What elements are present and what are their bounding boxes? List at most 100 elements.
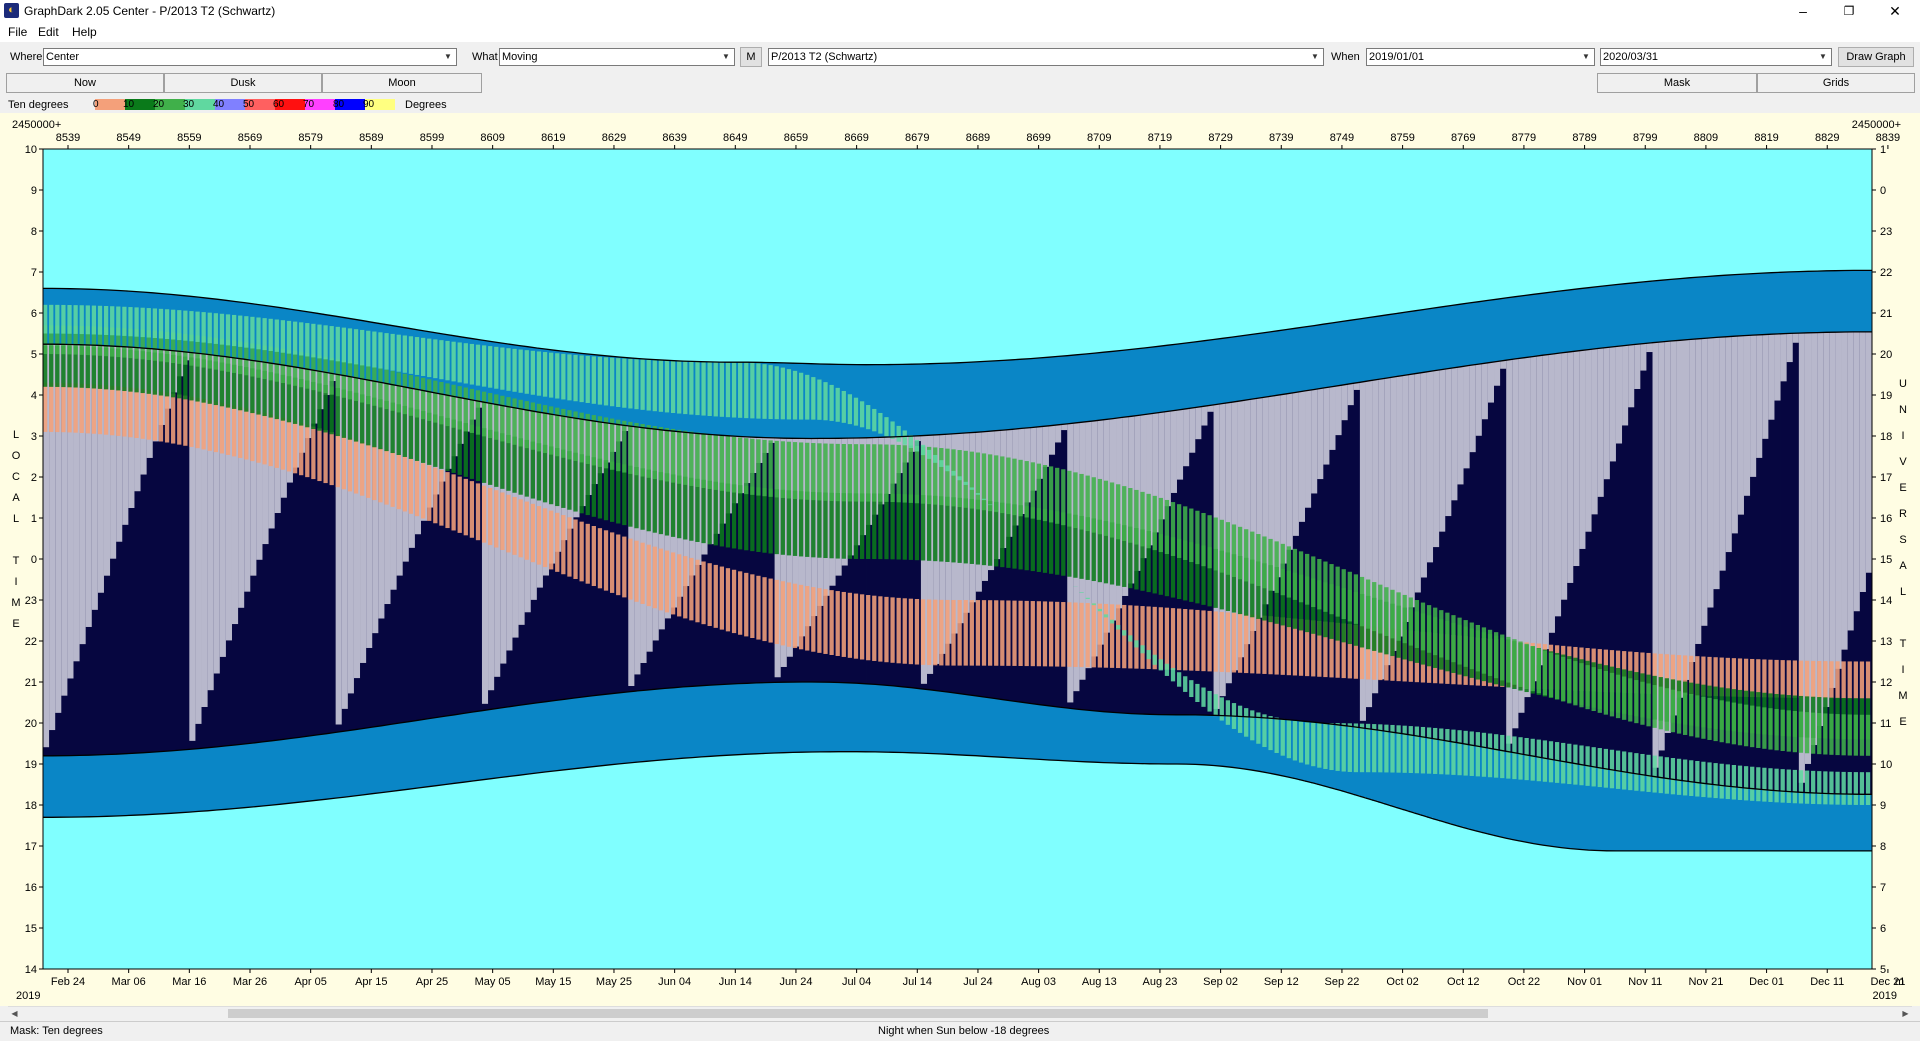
altitude-band (860, 493, 864, 559)
altitude-band (854, 398, 858, 426)
altitude-band (1299, 722, 1303, 763)
altitude-band (1842, 714, 1846, 755)
twilight-region (1183, 343, 1189, 409)
altitude-band (177, 395, 181, 445)
twilight-region (1366, 318, 1372, 381)
moonlit-region (1561, 353, 1567, 600)
date-tick-label: Mar 26 (233, 976, 267, 988)
twilight-region (756, 683, 762, 754)
altitude-band (262, 413, 266, 464)
twilight-region (360, 728, 366, 794)
altitude-band (951, 497, 955, 562)
where-select[interactable]: Center ▼ (43, 48, 457, 66)
twilight-region (1439, 307, 1445, 370)
twilight-region (1116, 351, 1122, 418)
altitude-band (1726, 701, 1730, 743)
altitude-band (592, 415, 596, 465)
altitude-band (769, 440, 773, 496)
twilight-region (903, 364, 909, 436)
tab-grids[interactable]: Grids (1757, 73, 1915, 93)
altitude-band (336, 327, 340, 361)
altitude-band (1848, 661, 1852, 698)
twilight-region (1287, 329, 1293, 393)
altitude-band (220, 314, 224, 345)
moonlit-region (1433, 370, 1439, 547)
altitude-band (1189, 509, 1193, 563)
altitude-band (933, 496, 937, 561)
twilight-region (1811, 271, 1817, 333)
scroll-right-icon[interactable]: ▶ (1899, 1007, 1912, 1020)
altitude-band (1403, 726, 1407, 773)
tab-dusk[interactable]: Dusk (164, 73, 322, 93)
altitude-band (671, 552, 675, 614)
twilight-region (73, 755, 79, 817)
moonlit-region (1281, 394, 1287, 563)
m-button[interactable]: M (740, 47, 762, 67)
twilight-region (1628, 283, 1634, 345)
altitude-band (872, 409, 876, 431)
twilight-region (854, 683, 860, 751)
twilight-region (1512, 297, 1518, 359)
twilight-region (842, 683, 848, 752)
restore-icon[interactable]: ❐ (1826, 0, 1872, 22)
altitude-band (555, 448, 559, 506)
altitude-band (964, 482, 968, 485)
scrollbar-thumb[interactable] (228, 1009, 1488, 1018)
altitude-band (561, 354, 565, 400)
moonlit-region (1555, 353, 1561, 616)
menu-edit[interactable]: Edit (38, 25, 59, 39)
jd-tick-label: 8559 (177, 132, 201, 144)
altitude-band (1061, 602, 1065, 667)
altitude-band (519, 350, 523, 393)
start-date-select[interactable]: 2019/01/01 ▼ (1366, 48, 1595, 66)
jd-tick-label: 8539 (56, 132, 80, 144)
altitude-band (506, 397, 510, 443)
altitude-band (1018, 601, 1022, 666)
jd-tick-label: 8789 (1572, 132, 1596, 144)
moonlit-region (1787, 333, 1793, 362)
altitude-band (43, 305, 47, 334)
scroll-left-icon[interactable]: ◀ (8, 1007, 21, 1020)
altitude-band (1665, 757, 1669, 794)
altitude-band (1811, 713, 1815, 754)
tab-mask[interactable]: Mask (1597, 73, 1757, 93)
altitude-band (909, 435, 913, 448)
altitude-band (317, 356, 321, 392)
altitude-band (1275, 541, 1279, 593)
altitude-band (427, 339, 431, 377)
altitude-band (134, 388, 138, 438)
altitude-band (1323, 562, 1327, 612)
object-select[interactable]: P/2013 T2 (Schwartz) ▼ (768, 48, 1324, 66)
what-select[interactable]: Moving ▼ (499, 48, 735, 66)
altitude-band (549, 511, 553, 570)
horizontal-scrollbar[interactable]: ◀ ▶ (8, 1006, 1912, 1020)
end-date-select[interactable]: 2020/03/31 ▼ (1600, 48, 1832, 66)
close-icon[interactable]: ✕ (1872, 0, 1918, 22)
altitude-band (1427, 605, 1431, 653)
twilight-region (1409, 311, 1415, 374)
altitude-band (561, 515, 565, 574)
tab-now[interactable]: Now (6, 73, 164, 93)
menu-help[interactable]: Help (72, 25, 97, 39)
twilight-region (1634, 282, 1640, 344)
where-value: Center (46, 51, 79, 63)
altitude-band (543, 508, 547, 567)
draw-graph-button[interactable]: Draw Graph (1838, 47, 1914, 67)
altitude-band (1153, 655, 1157, 665)
altitude-band (1781, 769, 1785, 803)
altitude-band (1805, 661, 1809, 698)
altitude-band (1701, 762, 1705, 797)
altitude-band (189, 311, 193, 341)
altitude-band (720, 483, 724, 547)
tab-moon[interactable]: Moon (322, 73, 482, 93)
minimize-icon[interactable]: – (1780, 0, 1826, 22)
menu-file[interactable]: File (8, 25, 27, 39)
altitude-band (866, 444, 870, 501)
altitude-band (647, 360, 651, 411)
twilight-region (1555, 291, 1561, 353)
legend-tick-label: 70 (303, 99, 314, 110)
twilight-region (220, 746, 226, 809)
twilight-region (1732, 275, 1738, 337)
altitude-band (451, 342, 455, 382)
altitude-band (1610, 673, 1614, 717)
